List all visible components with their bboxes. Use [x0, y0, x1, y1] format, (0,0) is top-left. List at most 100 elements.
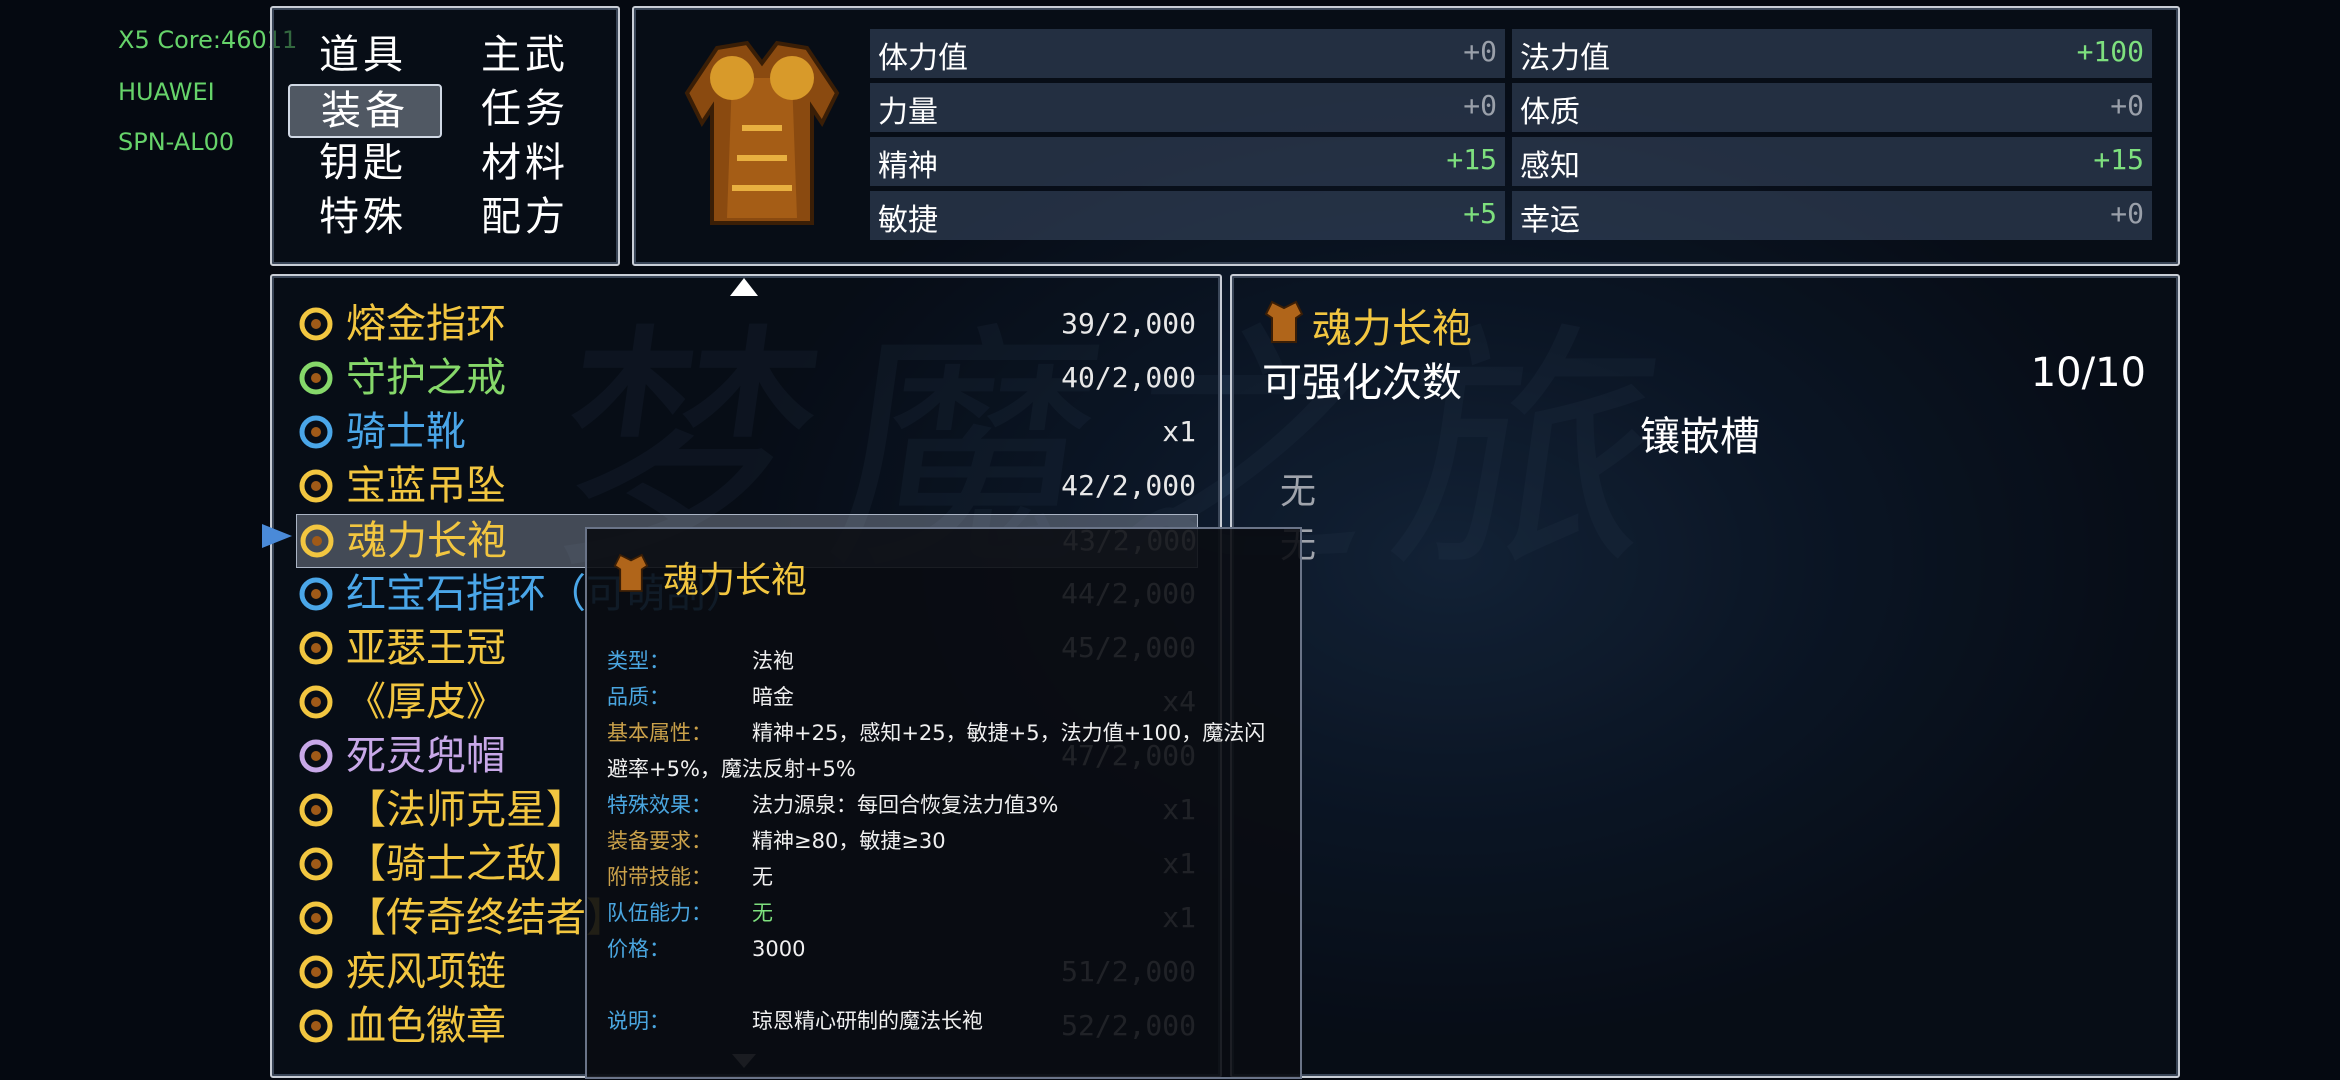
stat-label: 敏捷	[878, 203, 938, 238]
tooltip-value: 精神≥80，敏捷≥30	[752, 829, 946, 853]
tooltip-key: 队伍能力：	[607, 901, 712, 925]
item-name: 骑士靴	[346, 409, 466, 455]
tooltip-value: 精神+25，感知+25，敏捷+5，法力值+100，魔法闪	[752, 721, 1266, 745]
socket-slot-1[interactable]: 无	[1280, 462, 1316, 514]
category-tab-1[interactable]: 道具	[288, 30, 438, 80]
item-name: 血色徽章	[346, 1003, 506, 1049]
tooltip-value: 暗金	[752, 685, 794, 709]
stat-value: +100	[2076, 35, 2144, 68]
skill-book-icon	[296, 790, 336, 830]
category-tab-4[interactable]: 任务	[450, 84, 600, 134]
device-model: SPN-AL00	[118, 128, 235, 156]
hood-icon	[296, 736, 336, 776]
tooltip-value: 无	[752, 865, 773, 889]
item-tooltip: 魂力长袍 类型： 法袍品质： 暗金基本属性： 精神+25，感知+25，敏捷+5，法力值…	[585, 527, 1302, 1079]
tooltip-row: 价格： 3000	[607, 933, 805, 963]
tooltip-key: 装备要求：	[607, 829, 712, 853]
detail-item-name: 魂力长袍	[1312, 306, 1472, 352]
stat-label: 力量	[878, 95, 938, 130]
category-tab-5[interactable]: 钥匙	[288, 138, 438, 188]
tooltip-key: 价格：	[607, 937, 670, 961]
tooltip-row: 类型： 法袍	[607, 645, 794, 675]
stat-value: +0	[1463, 89, 1497, 122]
enhance-label: 可强化次数	[1262, 360, 1462, 406]
category-tab-3[interactable]: 装备	[288, 84, 442, 138]
badge-icon	[296, 1006, 336, 1046]
tooltip-value: 法袍	[752, 649, 794, 673]
tooltip-row: 品质： 暗金	[607, 681, 794, 711]
tooltip-row: 说明： 琼恩精心研制的魔法长袍	[607, 1005, 983, 1035]
tooltip-key: 附带技能：	[607, 865, 712, 889]
detail-robe-icon	[1264, 300, 1304, 344]
item-count: 39/2,000	[1061, 307, 1196, 340]
gold-ring-icon	[296, 304, 336, 344]
stat-value: +0	[1463, 35, 1497, 68]
item-name: 疾风项链	[346, 949, 506, 995]
stat-row: 力量 +0	[870, 83, 1505, 132]
item-name: 守护之戒	[346, 355, 506, 401]
tooltip-row: 装备要求： 精神≥80，敏捷≥30	[607, 825, 946, 855]
item-name: 【法师克星】	[346, 787, 586, 833]
item-name: 死灵兜帽	[346, 733, 506, 779]
stat-row: 法力值 +100	[1512, 29, 2152, 78]
stat-value: +15	[1446, 143, 1497, 176]
device-brand: HUAWEI	[118, 78, 215, 106]
item-name: 【传奇终结者】	[346, 895, 626, 941]
stat-row: 感知 +15	[1512, 137, 2152, 186]
stat-row: 体质 +0	[1512, 83, 2152, 132]
item-row[interactable]: 守护之戒 40/2,000	[296, 352, 1196, 404]
tooltip-key: 特殊效果：	[607, 793, 712, 817]
stat-label: 法力值	[1520, 41, 1610, 76]
item-name: 亚瑟王冠	[346, 625, 506, 671]
item-name: 《厚皮》	[346, 679, 506, 725]
category-tab-7[interactable]: 特殊	[288, 192, 438, 242]
category-tab-2[interactable]: 主武	[450, 30, 600, 80]
item-row[interactable]: 熔金指环 39/2,000	[296, 298, 1196, 350]
stat-value: +15	[2093, 143, 2144, 176]
stat-label: 感知	[1520, 149, 1580, 184]
enhance-value: 10/10	[2030, 350, 2146, 396]
item-name: 【骑士之敌】	[346, 841, 586, 887]
robe-portrait	[672, 38, 852, 238]
tooltip-value: 无	[752, 901, 773, 925]
stat-value: +5	[1463, 197, 1497, 230]
tooltip-key: 类型：	[607, 649, 670, 673]
tooltip-key: 说明：	[607, 1009, 670, 1033]
category-tab-8[interactable]: 配方	[450, 192, 600, 242]
scroll-icon	[296, 682, 336, 722]
item-count: 40/2,000	[1061, 361, 1196, 394]
item-name: 宝蓝吊坠	[346, 463, 506, 509]
tooltip-key: 品质：	[607, 685, 670, 709]
item-count: 42/2,000	[1061, 469, 1196, 502]
item-name: 熔金指环	[346, 301, 506, 347]
ring-icon	[296, 358, 336, 398]
item-name: 魂力长袍	[347, 518, 507, 564]
cursor-arrow-icon	[262, 524, 292, 548]
tooltip-value: 3000	[752, 937, 806, 961]
tooltip-item-name: 魂力长袍	[663, 560, 808, 601]
tooltip-value: 琼恩精心研制的魔法长袍	[752, 1009, 983, 1033]
pendant-icon	[296, 466, 336, 506]
stat-row: 幸运 +0	[1512, 191, 2152, 240]
tooltip-value: 避率+5%，魔法反射+5%	[607, 757, 856, 781]
stat-label: 体质	[1520, 95, 1580, 130]
category-tab-6[interactable]: 材料	[450, 138, 600, 188]
necklace-icon	[296, 952, 336, 992]
ruby-ring-icon	[296, 574, 336, 614]
item-count: x1	[1162, 415, 1196, 448]
stat-row: 精神 +15	[870, 137, 1505, 186]
crown-icon	[296, 628, 336, 668]
stat-label: 体力值	[878, 41, 968, 76]
stat-label: 幸运	[1520, 203, 1580, 238]
item-row[interactable]: 宝蓝吊坠 42/2,000	[296, 460, 1196, 512]
stat-value: +0	[2110, 89, 2144, 122]
item-row[interactable]: 骑士靴 x1	[296, 406, 1196, 458]
stat-row: 敏捷 +5	[870, 191, 1505, 240]
scroll-up-arrow[interactable]	[730, 278, 758, 296]
stat-value: +0	[2110, 197, 2144, 230]
tooltip-row: 队伍能力： 无	[607, 897, 773, 927]
stat-row: 体力值 +0	[870, 29, 1505, 78]
tooltip-row: 特殊效果： 法力源泉：每回合恢复法力值3%	[607, 789, 1058, 819]
tooltip-row: 基本属性： 精神+25，感知+25，敏捷+5，法力值+100，魔法闪	[607, 717, 1265, 747]
tooltip-robe-icon	[613, 553, 649, 593]
